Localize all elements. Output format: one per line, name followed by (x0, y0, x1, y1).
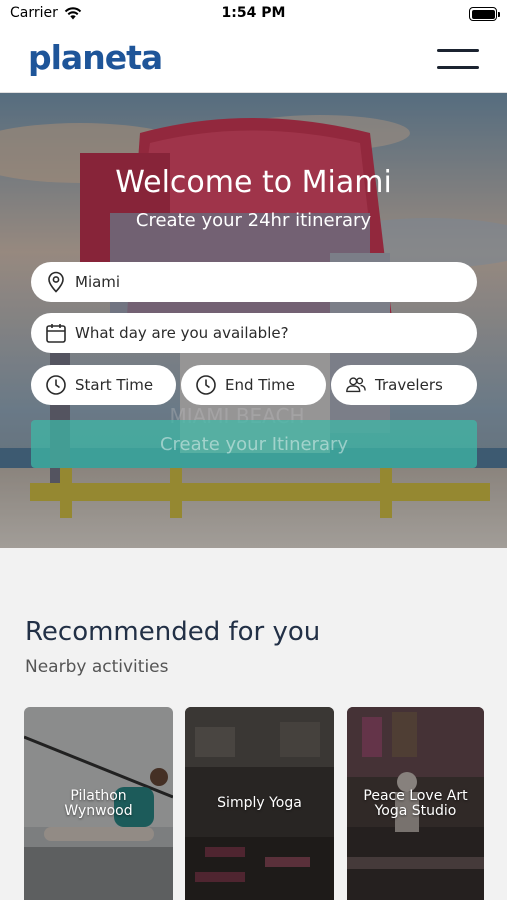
activity-card-peace-love-art[interactable]: Peace Love Art Yoga Studio (347, 707, 484, 900)
app-screen: Carrier 1:54 PM planeta MIAMI BEACH Welc… (0, 0, 507, 900)
travelers-button[interactable]: Travelers (331, 365, 477, 405)
activity-card-simply-yoga[interactable]: Simply Yoga (185, 707, 334, 900)
activity-card-pilathon[interactable]: Pilathon Wynwood (24, 707, 173, 900)
planeta-logo[interactable]: planeta (28, 38, 163, 77)
people-icon (345, 374, 367, 396)
activity-card-label: Peace Love Art Yoga Studio (363, 787, 468, 819)
location-field[interactable] (31, 262, 477, 302)
create-itinerary-button[interactable]: Create your Itinerary (31, 420, 477, 468)
status-time: 1:54 PM (221, 5, 286, 21)
hero-title: Welcome to Miami (115, 165, 392, 200)
hero-section: MIAMI BEACH Welcome to Miami Create your… (0, 93, 507, 548)
location-input[interactable] (75, 273, 432, 291)
clock-icon (45, 374, 67, 396)
hamburger-menu-icon[interactable] (437, 48, 479, 70)
map-pin-icon (45, 271, 67, 293)
start-time-label: Start Time (75, 376, 154, 394)
clock-icon (195, 374, 217, 396)
recommended-title: Recommended for you (25, 617, 321, 647)
end-time-button[interactable]: End Time (181, 365, 326, 405)
date-field[interactable] (31, 313, 477, 353)
start-time-button[interactable]: Start Time (31, 365, 176, 405)
calendar-icon (45, 322, 67, 344)
status-bar: Carrier 1:54 PM (0, 0, 507, 30)
date-input[interactable] (75, 324, 432, 342)
end-time-label: End Time (225, 376, 295, 394)
app-header: planeta (0, 30, 507, 93)
hero-subtitle: Create your 24hr itinerary (135, 210, 372, 231)
activity-card-label: Simply Yoga (217, 795, 302, 811)
travelers-label: Travelers (375, 376, 443, 394)
battery-level (471, 9, 495, 19)
recommended-subtitle: Nearby activities (25, 657, 169, 677)
activity-card-label: Pilathon Wynwood (64, 787, 133, 819)
battery-icon (469, 7, 500, 21)
